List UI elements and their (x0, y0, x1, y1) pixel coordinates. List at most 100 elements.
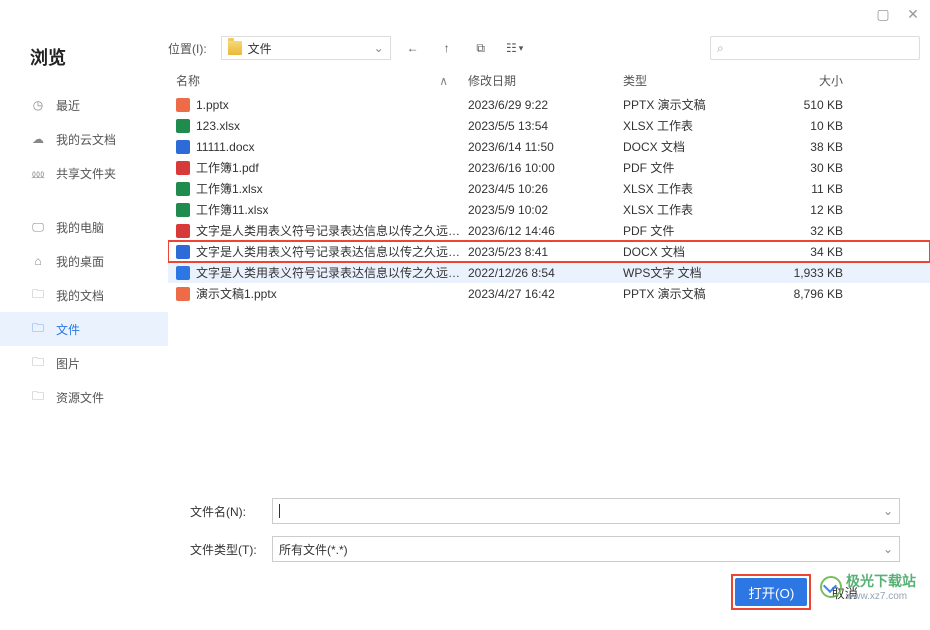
file-size: 32 KB (763, 224, 843, 238)
folder-icon (228, 41, 242, 55)
file-name: 文字是人类用表义符号记录表达信息以传之久远的… (196, 222, 468, 239)
file-date: 2023/6/16 10:00 (468, 161, 623, 175)
column-name[interactable]: 名称 (176, 72, 200, 89)
sidebar-item[interactable]: ⅏共享文件夹 (0, 156, 168, 190)
browse-title: 浏览 (0, 32, 168, 88)
cloud-icon: ☁ (30, 131, 46, 147)
file-type: XLSX 工作表 (623, 180, 763, 197)
file-date: 2023/5/9 10:02 (468, 203, 623, 217)
file-type: PDF 文件 (623, 159, 763, 176)
sidebar-item[interactable]: 🖵我的电脑 (0, 210, 168, 244)
filetype-label: 文件类型(T): (190, 541, 272, 558)
file-name: 文字是人类用表义符号记录表达信息以传之久远的… (196, 264, 468, 281)
up-button[interactable]: ↑ (435, 36, 459, 60)
file-date: 2023/5/23 8:41 (468, 245, 623, 259)
location-dropdown[interactable]: 文件 ⌄ (221, 36, 391, 60)
file-row[interactable]: 工作簿1.xlsx2023/4/5 10:26XLSX 工作表11 KB (168, 178, 930, 199)
file-row[interactable]: 文字是人类用表义符号记录表达信息以传之久远的…2023/5/23 8:41DOC… (168, 241, 930, 262)
sidebar-item[interactable]: ⌂我的桌面 (0, 244, 168, 278)
content-pane: 位置(I): 文件 ⌄ ← ↑ ⧉ ☷ ▾ ⌕ (168, 28, 930, 488)
file-row[interactable]: 11111.docx2023/6/14 11:50DOCX 文档38 KB (168, 136, 930, 157)
docx-icon (176, 140, 190, 154)
sidebar: 浏览 ◷最近 ☁ 我的云文档 ⅏共享文件夹 🖵我的电脑⌂我的桌面🗀我的文档 🗀 文件 🗀 图片… (0, 28, 168, 488)
share-icon: ⅏ (30, 165, 46, 181)
chevron-down-icon: ⌄ (374, 41, 384, 55)
file-list: 1.pptx2023/6/29 9:22PPTX 演示文稿510 KB123.x… (168, 94, 930, 488)
file-size: 510 KB (763, 98, 843, 112)
back-button[interactable]: ← (401, 36, 425, 60)
column-headers[interactable]: 名称 ∧ 修改日期 类型 大小 (168, 68, 930, 94)
column-type[interactable]: 类型 (623, 72, 763, 89)
search-icon: ⌕ (717, 41, 724, 56)
filename-label: 文件名(N): (190, 503, 272, 520)
search-input[interactable]: ⌕ (710, 36, 920, 60)
chevron-down-icon: ⌄ (883, 542, 893, 556)
open-button-highlight: 打开(O) (731, 574, 811, 610)
file-name: 演示文稿1.pptx (196, 285, 277, 302)
sidebar-item[interactable]: ◷最近 (0, 88, 168, 122)
new-window-button[interactable]: ⧉ (469, 36, 493, 60)
file-row[interactable]: 工作簿11.xlsx 2023/5/9 10:02XLSX 工作表12 KB (168, 199, 930, 220)
file-date: 2023/5/5 13:54 (468, 119, 623, 133)
folder-icon: 🗀 (30, 355, 46, 371)
file-size: 8,796 KB (763, 287, 843, 301)
folder-icon: 🗀 (30, 389, 46, 405)
sidebar-item-label: 我的云文档 (56, 131, 116, 148)
file-row[interactable]: 1.pptx2023/6/29 9:22PPTX 演示文稿510 KB (168, 94, 930, 115)
sidebar-item[interactable]: ☁ 我的云文档 (0, 122, 168, 156)
sidebar-item[interactable]: 🗀我的文档 (0, 278, 168, 312)
pptx-icon (176, 287, 190, 301)
file-name: 工作簿1.pdf (196, 159, 259, 176)
file-type: DOCX 文档 (623, 138, 763, 155)
file-name: 工作簿1.xlsx (196, 180, 263, 197)
file-name: 1.pptx (196, 98, 229, 112)
file-date: 2023/6/14 11:50 (468, 140, 623, 154)
file-type: PPTX 演示文稿 (623, 285, 763, 302)
open-button[interactable]: 打开(O) (735, 578, 807, 606)
titlebar: ▢ ✕ (0, 0, 930, 28)
pdf-icon (176, 224, 190, 238)
file-size: 12 KB (763, 203, 843, 217)
xlsx-icon (176, 182, 190, 196)
pptx-icon (176, 98, 190, 112)
main-area: 浏览 ◷最近 ☁ 我的云文档 ⅏共享文件夹 🖵我的电脑⌂我的桌面🗀我的文档 🗀 文件 🗀 图片… (0, 28, 930, 488)
view-button[interactable]: ☷ ▾ (503, 36, 527, 60)
sidebar-item[interactable]: 🗀 资源文件 (0, 380, 168, 414)
sidebar-item[interactable]: 🗀 文件 (0, 312, 168, 346)
docx-icon (176, 245, 190, 259)
filetype-select[interactable]: 所有文件(*.*) ⌄ (272, 536, 900, 562)
file-date: 2023/4/5 10:26 (468, 182, 623, 196)
file-row[interactable]: 工作簿1.pdf 2023/6/16 10:00PDF 文件30 KB (168, 157, 930, 178)
file-size: 10 KB (763, 119, 843, 133)
column-date[interactable]: 修改日期 (468, 72, 623, 89)
sidebar-item-label: 我的电脑 (56, 219, 104, 236)
file-name: 11111.docx (196, 140, 255, 154)
file-row[interactable]: 123.xlsx2023/5/5 13:54XLSX 工作表10 KB (168, 115, 930, 136)
sidebar-item-label: 图片 (56, 355, 80, 372)
filename-input[interactable]: ⌄ (272, 498, 900, 524)
sidebar-item-label: 资源文件 (56, 389, 104, 406)
sort-indicator-icon: ∧ (439, 74, 448, 88)
column-size[interactable]: 大小 (763, 72, 843, 89)
file-name: 工作簿11.xlsx (196, 201, 268, 218)
file-row[interactable]: 演示文稿1.pptx 2023/4/27 16:42PPTX 演示文稿8,796 … (168, 283, 930, 304)
file-size: 30 KB (763, 161, 843, 175)
file-type: PPTX 演示文稿 (623, 96, 763, 113)
toolbar: 位置(I): 文件 ⌄ ← ↑ ⧉ ☷ ▾ ⌕ (168, 28, 930, 68)
pdf-icon (176, 161, 190, 175)
close-button[interactable]: ✕ (906, 7, 920, 21)
file-size: 1,933 KB (763, 266, 843, 280)
bottom-panel: 文件名(N): ⌄ 文件类型(T): 所有文件(*.*) ⌄ 打开(O) 取消 … (0, 488, 930, 630)
file-row[interactable]: 文字是人类用表义符号记录表达信息以传之久远的…2023/6/12 14:46PD… (168, 220, 930, 241)
folder-icon: 🗀 (30, 321, 46, 337)
sidebar-item-label: 文件 (56, 321, 80, 338)
sidebar-item-label: 最近 (56, 97, 80, 114)
filetype-value: 所有文件(*.*) (279, 541, 348, 558)
cancel-button[interactable]: 取消 (831, 583, 858, 602)
file-type: XLSX 工作表 (623, 201, 763, 218)
maximize-button[interactable]: ▢ (876, 7, 890, 21)
sidebar-item[interactable]: 🗀 图片 (0, 346, 168, 380)
xlsx-icon (176, 203, 190, 217)
file-date: 2023/4/27 16:42 (468, 287, 623, 301)
file-row[interactable]: 文字是人类用表义符号记录表达信息以传之久远的…2022/12/26 8:54WP… (168, 262, 930, 283)
